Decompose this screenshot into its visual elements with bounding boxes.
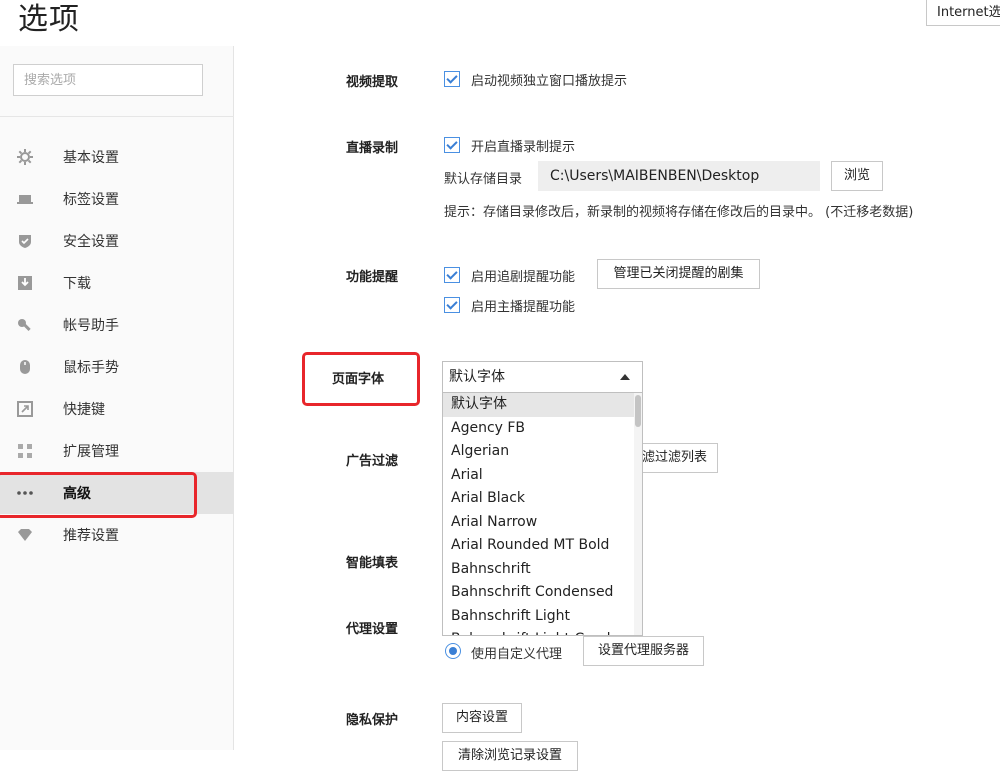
sidebar-item-label: 标签设置 xyxy=(63,192,119,208)
section-label-font: 页面字体 xyxy=(332,372,385,387)
manage-closed-reminders-button[interactable]: 管理已关闭提醒的剧集 xyxy=(597,259,760,289)
font-option[interactable]: Agency FB xyxy=(443,417,642,441)
laptop-icon xyxy=(17,195,33,204)
sidebar-divider xyxy=(0,116,234,117)
storage-dir-label: 默认存储目录 xyxy=(444,172,523,187)
search-input[interactable] xyxy=(13,64,203,96)
video-popup-label: 启动视频独立窗口播放提示 xyxy=(471,74,628,89)
section-label-video: 视频提取 xyxy=(346,75,399,90)
font-select-value: 默认字体 xyxy=(449,369,505,385)
sidebar-item-security[interactable]: 安全设置 xyxy=(0,220,234,262)
font-option[interactable]: Algerian xyxy=(443,440,642,464)
font-option[interactable]: Bahnschrift xyxy=(443,558,642,582)
host-reminder-checkbox[interactable] xyxy=(444,297,460,313)
shortcut-icon xyxy=(17,401,33,417)
sidebar-item-extensions[interactable]: 扩展管理 xyxy=(0,430,234,472)
highlight-box-advanced xyxy=(0,472,197,518)
sidebar-item-label: 快捷键 xyxy=(63,402,105,418)
sidebar-item-label: 扩展管理 xyxy=(63,444,119,460)
sidebar-item-label: 推荐设置 xyxy=(63,528,119,544)
font-option[interactable]: Arial xyxy=(443,464,642,488)
caret-up-icon xyxy=(620,374,630,380)
series-reminder-label: 启用追剧提醒功能 xyxy=(471,270,576,285)
sidebar-item-label: 帐号助手 xyxy=(63,318,119,334)
sidebar-item-download[interactable]: 下载 xyxy=(0,262,234,304)
host-reminder-label: 启用主播提醒功能 xyxy=(471,300,576,315)
section-label-ad: 广告过滤 xyxy=(346,454,399,469)
font-option[interactable]: Arial Black xyxy=(443,487,642,511)
sidebar-item-tabs[interactable]: 标签设置 xyxy=(0,178,234,220)
sidebar-item-basic[interactable]: 基本设置 xyxy=(0,136,234,178)
download-icon xyxy=(18,276,32,290)
font-option[interactable]: 默认字体 xyxy=(443,393,642,417)
font-option[interactable]: Arial Narrow xyxy=(443,511,642,535)
section-label-privacy: 隐私保护 xyxy=(346,713,399,728)
font-select[interactable]: 默认字体 xyxy=(442,361,643,393)
sidebar-item-shortcut[interactable]: 快捷键 xyxy=(0,388,234,430)
storage-dir-field[interactable]: C:\Users\MAIBENBEN\Desktop xyxy=(538,161,820,191)
live-record-label: 开启直播录制提示 xyxy=(471,140,576,155)
sidebar-item-label: 鼠标手势 xyxy=(63,360,119,376)
grid-icon xyxy=(18,444,32,458)
browse-button[interactable]: 浏览 xyxy=(831,161,883,191)
mouse-icon xyxy=(20,360,30,374)
section-label-live: 直播录制 xyxy=(346,141,399,156)
sidebar: 基本设置 标签设置 安全设置 下载 帐号助手 鼠标手势 快捷键 扩展管理 xyxy=(0,46,234,750)
clear-history-button[interactable]: 清除浏览记录设置 xyxy=(442,741,578,771)
video-popup-checkbox[interactable] xyxy=(444,71,460,87)
custom-proxy-radio[interactable] xyxy=(445,643,461,659)
sidebar-item-label: 下载 xyxy=(63,276,91,292)
sidebar-item-account[interactable]: 帐号助手 xyxy=(0,304,234,346)
sidebar-item-mouse[interactable]: 鼠标手势 xyxy=(0,346,234,388)
font-option[interactable]: Bahnschrift Light xyxy=(443,605,642,629)
diamond-icon xyxy=(18,529,32,541)
dropdown-scroll-thumb[interactable] xyxy=(635,395,641,427)
gear-icon xyxy=(17,149,33,165)
font-dropdown-list[interactable]: 默认字体 Agency FB Algerian Arial Arial Blac… xyxy=(442,392,643,636)
settings-panel: 视频提取 启动视频独立窗口播放提示 直播录制 开启直播录制提示 默认存储目录 C… xyxy=(234,46,1000,771)
section-label-reminder: 功能提醒 xyxy=(346,270,399,285)
section-label-autofill: 智能填表 xyxy=(346,556,399,571)
window-title: 选项 xyxy=(18,2,80,37)
set-proxy-server-button[interactable]: 设置代理服务器 xyxy=(583,636,704,666)
dropdown-scrollbar[interactable] xyxy=(634,393,642,635)
custom-proxy-label: 使用自定义代理 xyxy=(471,647,563,662)
sidebar-item-recommend[interactable]: 推荐设置 xyxy=(0,514,234,556)
series-reminder-checkbox[interactable] xyxy=(444,267,460,283)
font-option[interactable]: Bahnschrift Condensed xyxy=(443,581,642,605)
sidebar-item-label: 安全设置 xyxy=(63,234,119,250)
font-option[interactable]: Arial Rounded MT Bold xyxy=(443,534,642,558)
content-settings-button[interactable]: 内容设置 xyxy=(442,703,522,733)
font-option[interactable]: Bahnschrift Light Condensed xyxy=(443,628,642,635)
sidebar-item-label: 基本设置 xyxy=(63,150,119,166)
live-record-checkbox[interactable] xyxy=(444,137,460,153)
title-bar: 选项 Internet选 xyxy=(0,0,1000,46)
storage-hint: 提示：存储目录修改后，新录制的视频将存储在修改后的目录中。 (不迁移老数据) xyxy=(444,205,914,220)
section-label-proxy: 代理设置 xyxy=(346,622,399,637)
key-icon xyxy=(18,319,31,331)
internet-options-button[interactable]: Internet选 xyxy=(926,0,1000,26)
shield-icon xyxy=(19,235,31,248)
